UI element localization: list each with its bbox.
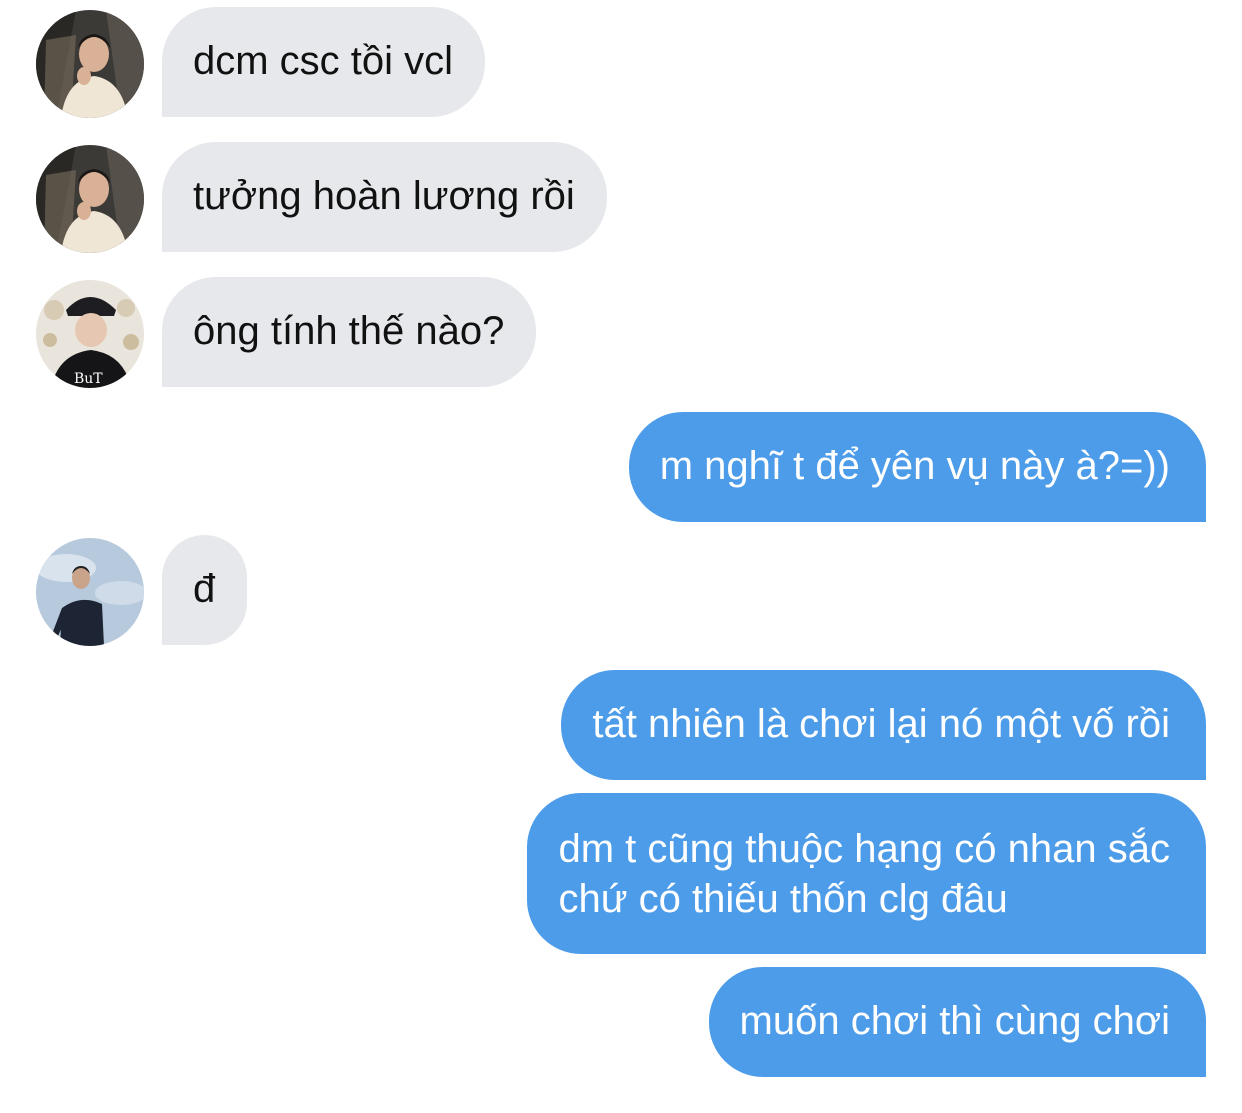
message-bubble-incoming[interactable]: dcm csc tồi vcl bbox=[162, 7, 486, 117]
avatar[interactable] bbox=[36, 10, 144, 118]
avatar-photo-c bbox=[36, 538, 144, 646]
message-text: ông tính thế nào? bbox=[193, 309, 505, 353]
message-text-line: dm t cũng thuộc hạng có nhan sắc bbox=[558, 827, 1170, 871]
message-bubble-outgoing[interactable]: muốn chơi thì cùng chơi bbox=[708, 967, 1206, 1077]
message-text-line: chứ có thiếu thốn clg đâu bbox=[558, 877, 1008, 921]
message-text: tưởng hoàn lương rồi bbox=[193, 174, 575, 218]
message-bubble-incoming[interactable]: ông tính thế nào? bbox=[162, 277, 537, 387]
avatar[interactable]: BuT bbox=[36, 280, 144, 388]
message-bubble-outgoing[interactable]: dm t cũng thuộc hạng có nhan sắc chứ có … bbox=[527, 793, 1206, 954]
avatar-photo-b: BuT bbox=[36, 280, 144, 388]
message-text: đ bbox=[193, 567, 216, 611]
avatar[interactable] bbox=[36, 145, 144, 253]
message-text: tất nhiên là chơi lại nó một vố rồi bbox=[592, 702, 1170, 746]
message-bubble-outgoing[interactable]: tất nhiên là chơi lại nó một vố rồi bbox=[561, 670, 1206, 780]
message-text: m nghĩ t để yên vụ này à?=)) bbox=[659, 444, 1170, 488]
avatar-b-shirt-text: BuT bbox=[74, 371, 103, 387]
message-text: muốn chơi thì cùng chơi bbox=[739, 999, 1170, 1043]
avatar-photo-a bbox=[36, 145, 144, 253]
message-bubble-incoming[interactable]: đ bbox=[162, 535, 248, 645]
message-text: dcm csc tồi vcl bbox=[193, 39, 454, 83]
avatar[interactable] bbox=[36, 538, 144, 646]
avatar-photo-a bbox=[36, 10, 144, 118]
message-bubble-incoming[interactable]: tưởng hoàn lương rồi bbox=[162, 142, 607, 252]
message-bubble-outgoing[interactable]: m nghĩ t để yên vụ này à?=)) bbox=[628, 412, 1206, 522]
